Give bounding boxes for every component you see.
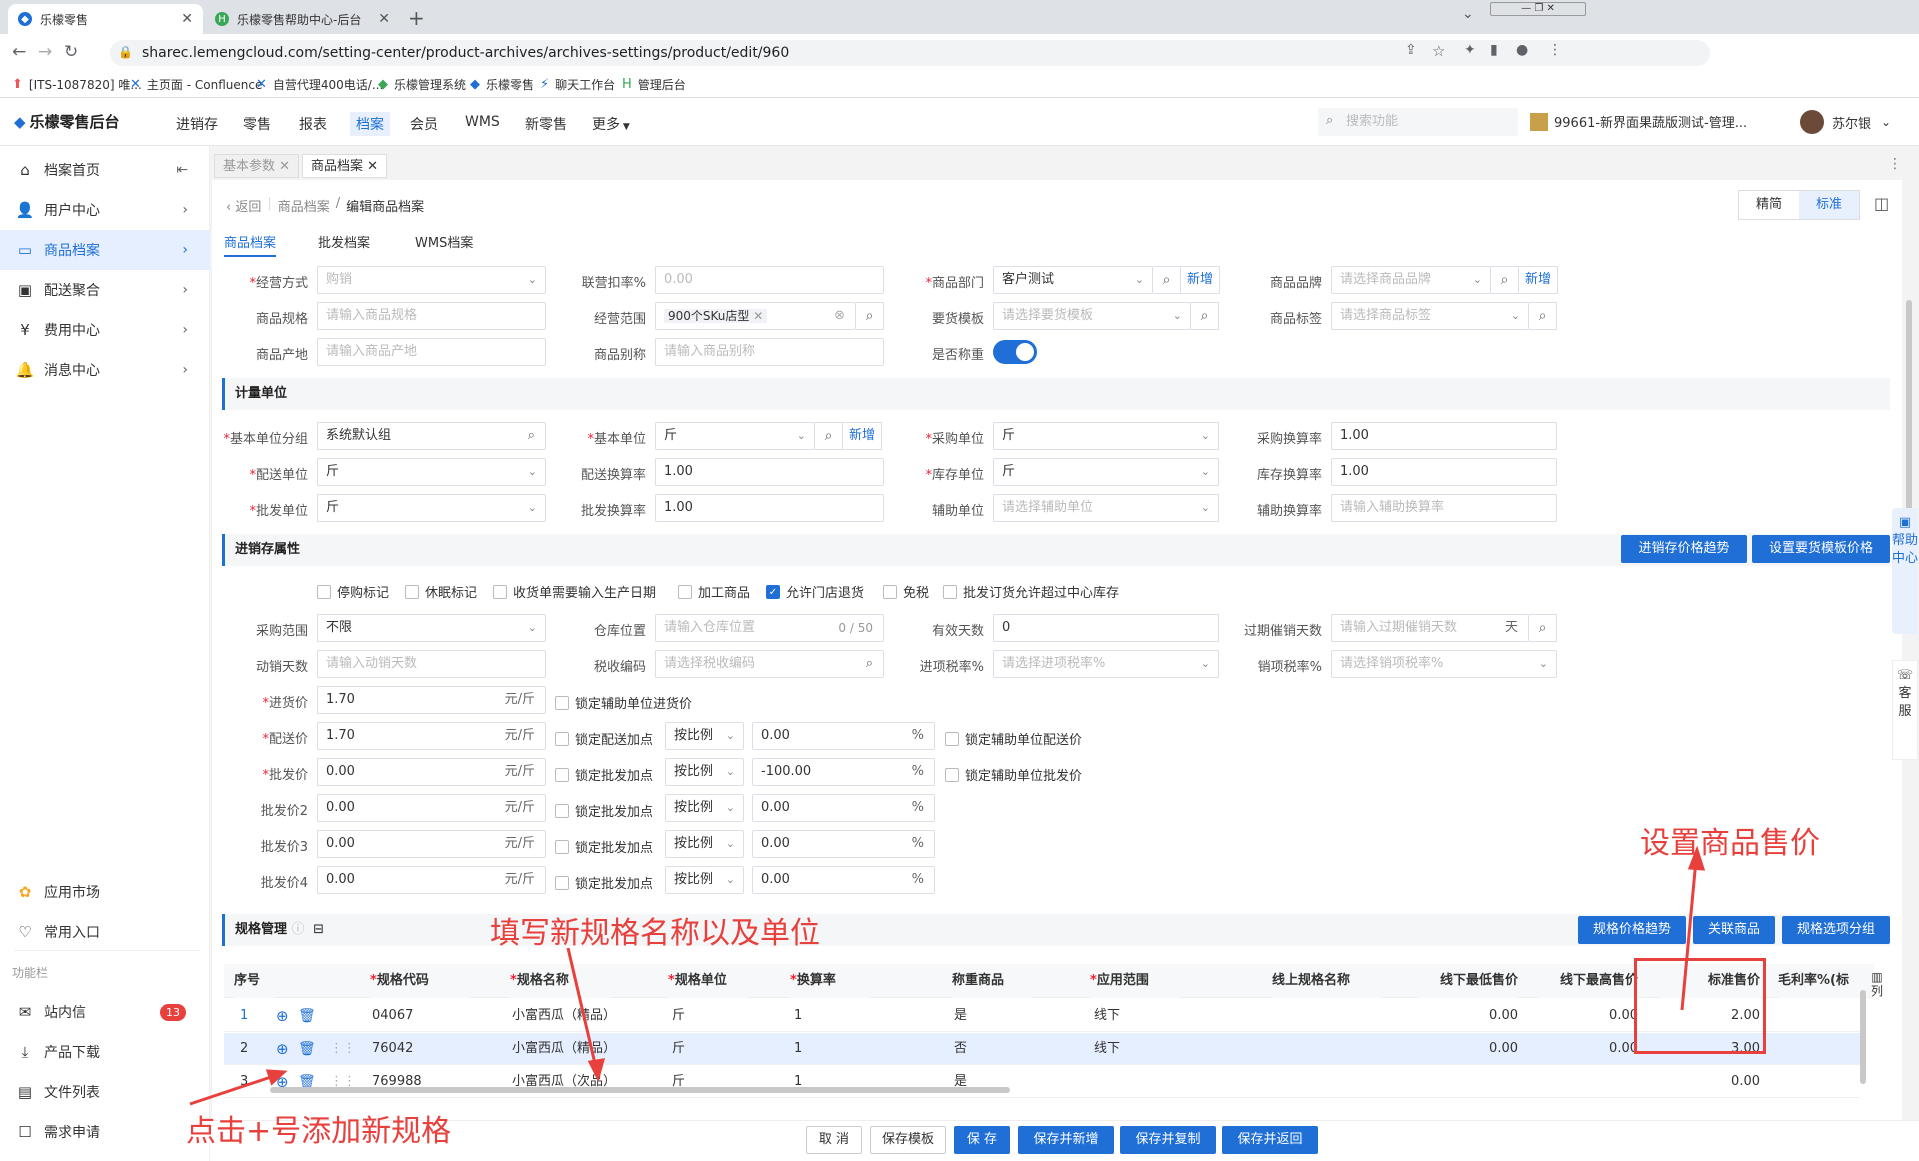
annotation-arrows bbox=[189, 845, 1706, 1106]
arrow-spec bbox=[566, 947, 598, 1069]
arrow-price bbox=[1680, 859, 1698, 1011]
arrow-price-head bbox=[1687, 845, 1706, 871]
arrow-plus-head bbox=[265, 1069, 288, 1086]
arrow-plus bbox=[189, 1074, 275, 1106]
arrow-spec-head bbox=[587, 1058, 606, 1083]
